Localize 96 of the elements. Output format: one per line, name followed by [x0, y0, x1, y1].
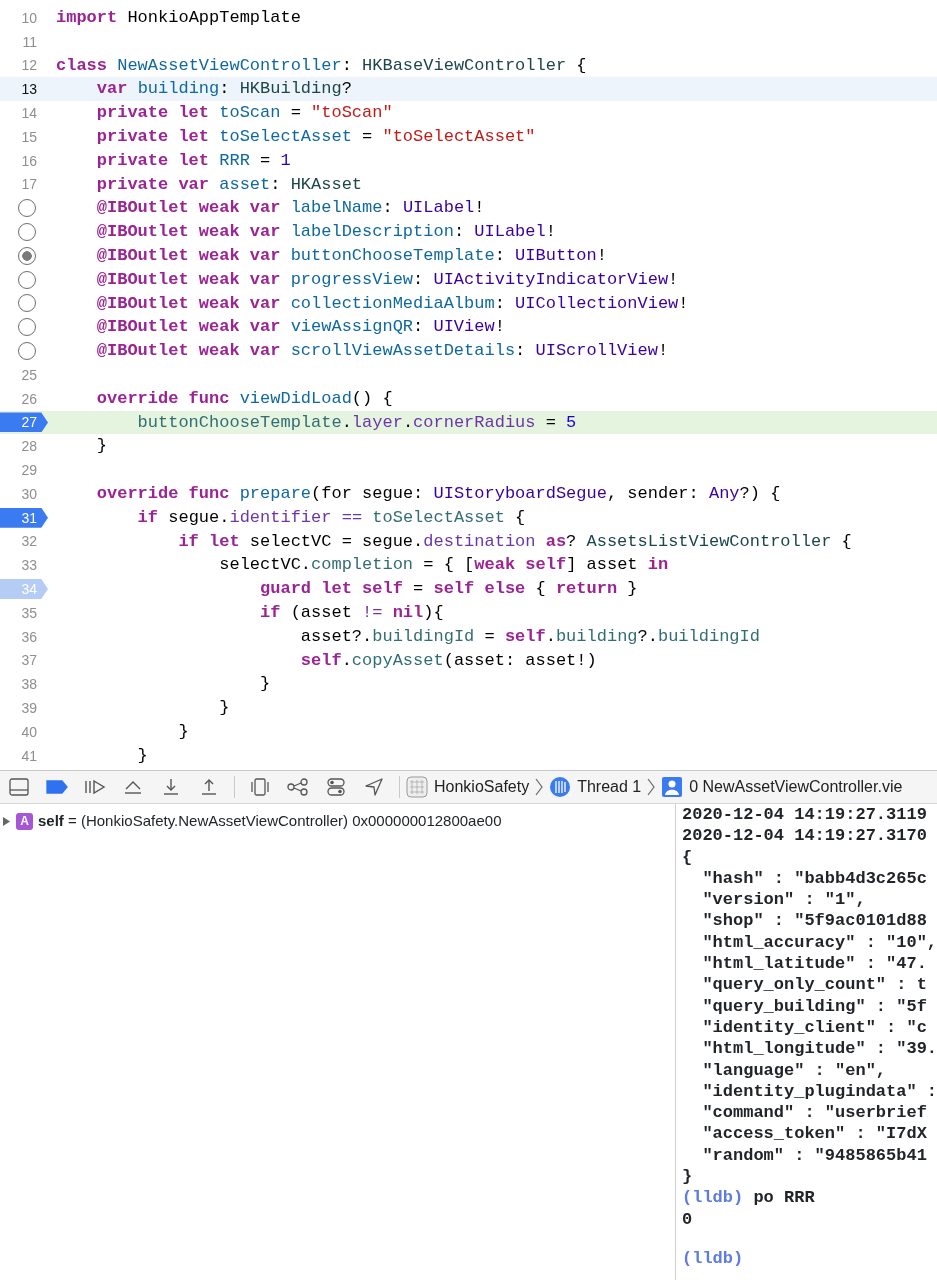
line-number: 30	[21, 484, 38, 504]
step-out-icon[interactable]	[200, 778, 218, 796]
console-output: "version" : "1",	[701, 889, 867, 911]
switches-icon[interactable]	[327, 778, 345, 796]
code-line: self.copyAsset(asset: asset!)	[299, 649, 597, 672]
breadcrumb-item[interactable]: 0 NewAssetViewController.vie	[689, 775, 903, 799]
breadcrumb-item[interactable]: Thread 1	[577, 775, 642, 799]
line-number: 26	[21, 389, 38, 409]
code-line: private let RRR = 1	[95, 149, 291, 172]
console-output: "hash" : "babb4d3c265c	[701, 867, 928, 890]
console-command: (lldb) po RRR	[682, 1187, 816, 1209]
console-output: "access_token" : "I7dX	[701, 1123, 928, 1145]
code-line: @IBOutlet weak var viewAssignQR: UIView!	[95, 316, 505, 339]
code-line: private let toSelectAsset = "toSelectAsset"	[95, 126, 536, 148]
grid-app-icon	[406, 776, 428, 798]
view-debugger-icon[interactable]	[251, 778, 269, 796]
code-line: private let toScan = "toScan"	[95, 102, 393, 125]
console-output: "html_accuracy" : "10",	[701, 931, 937, 954]
console-output: "command" : "userbrief	[701, 1102, 928, 1124]
console-output: "html_longitude" : "39.	[701, 1038, 937, 1060]
line-number: 17	[21, 175, 38, 195]
code-line: }	[218, 697, 230, 720]
code-line: if (asset != nil){	[259, 601, 444, 624]
breakpoint-toggle-icon[interactable]	[46, 780, 68, 794]
console-output: "html_latitude" : "47.	[701, 953, 928, 975]
line-number: 32	[21, 532, 38, 552]
code-line: buttonChooseTemplate.layer.cornerRadius = 5	[136, 411, 577, 434]
console-output: }	[682, 1166, 694, 1188]
line-number: 28	[21, 437, 38, 457]
code-line: @IBOutlet weak var labelName: UILabel!	[95, 197, 485, 220]
code-line: asset?.buildingId = self.building?.buildingId	[299, 625, 760, 648]
console-output: "identity_client" : "c	[701, 1016, 928, 1039]
continue-icon[interactable]	[84, 779, 106, 795]
chevron-icon	[647, 778, 656, 796]
line-number: 33	[21, 556, 38, 576]
line-number: 14	[21, 104, 38, 124]
memory-graph-icon[interactable]	[287, 778, 309, 796]
code-line: @IBOutlet weak var labelDescription: UILabel!	[95, 221, 556, 244]
variable-value: self = (HonkioSafety.NewAssetViewController) 0x000000012800ae00	[38, 811, 502, 831]
code-line: import HonkioAppTemplate	[55, 7, 301, 29]
line-number: 36	[21, 627, 38, 647]
console-output: {	[682, 846, 694, 868]
code-line: if segue.identifier == toSelectAsset {	[136, 506, 526, 529]
line-number: 40	[21, 722, 38, 742]
console-output: "query_building" : "5f	[701, 995, 928, 1017]
line-number: 39	[21, 699, 38, 718]
variable-type-badge: A	[16, 812, 33, 830]
line-number: 29	[21, 461, 38, 481]
line-number: 37	[21, 651, 38, 671]
location-icon[interactable]	[365, 778, 383, 796]
line-number: 25	[21, 365, 38, 385]
person-frame-icon	[661, 776, 684, 798]
step-into-icon[interactable]	[162, 778, 180, 796]
line-number: 12	[21, 56, 38, 76]
code-line: }	[95, 435, 107, 458]
thread-icon	[549, 776, 572, 798]
console-output: "random" : "9485865b41	[701, 1144, 928, 1167]
line-number: 38	[21, 675, 38, 695]
disclosure-triangle-icon[interactable]	[2, 816, 11, 826]
code-line: class NewAssetViewController: HKBaseViewController {	[55, 54, 587, 77]
code-line: @IBOutlet weak var progressView: UIActivityIndicatorView!	[95, 268, 679, 291]
code-line: selectVC.completion = { [weak self] asset in	[218, 554, 669, 577]
code-line: }	[259, 673, 271, 696]
console-output: 2020-12-04 14:19:27.3119	[682, 804, 928, 826]
code-line: @IBOutlet weak var collectionMediaAlbum: UICollectionView!	[95, 292, 689, 315]
code-line: @IBOutlet weak var buttonChooseTemplate: UIButton!	[95, 244, 607, 267]
code-line: if let selectVC = segue.destination as? AssetsListViewController {	[177, 530, 852, 553]
line-number: 41	[21, 746, 38, 766]
console-command: (lldb)	[682, 1247, 745, 1270]
panel-toggle-icon[interactable]	[9, 778, 29, 796]
outlet-circle-icon[interactable]	[18, 246, 36, 265]
console-output: 0	[682, 1208, 694, 1230]
code-line: private var asset: HKAsset	[95, 173, 363, 196]
line-number: 11	[22, 32, 38, 52]
breadcrumb-item[interactable]: HonkioSafety	[434, 775, 530, 799]
console-output: "shop" : "5f9ac0101d88	[701, 910, 928, 932]
code-line: }	[177, 720, 189, 743]
console-output: "language" : "en",	[701, 1059, 888, 1081]
code-line: @IBOutlet weak var scrollViewAssetDetails: UIScrollView!	[95, 340, 669, 363]
line-number: 10	[21, 8, 38, 28]
console-output: "identity_plugindata" :	[701, 1080, 937, 1103]
line-number: 35	[21, 603, 38, 623]
console-output: 2020-12-04 14:19:27.3170	[682, 825, 928, 847]
code-line: var building: HKBuilding?	[95, 78, 352, 101]
breakpoint-marker[interactable]: 27	[0, 412, 48, 433]
code-line: }	[136, 744, 148, 767]
code-line: guard let self = self else { return }	[259, 578, 638, 601]
console-output: "query_only_count" : t	[701, 974, 928, 996]
chevron-icon	[535, 778, 544, 796]
code-line: override func prepare(for segue: UIStoryboardSegue, sender: Any?) {	[95, 482, 781, 505]
line-number: 13	[21, 80, 38, 100]
code-line: override func viewDidLoad() {	[95, 387, 393, 410]
step-over-icon[interactable]	[123, 779, 143, 795]
line-number: 15	[21, 127, 38, 147]
breakpoint-marker[interactable]: 31	[0, 507, 48, 528]
line-number: 16	[21, 151, 38, 171]
